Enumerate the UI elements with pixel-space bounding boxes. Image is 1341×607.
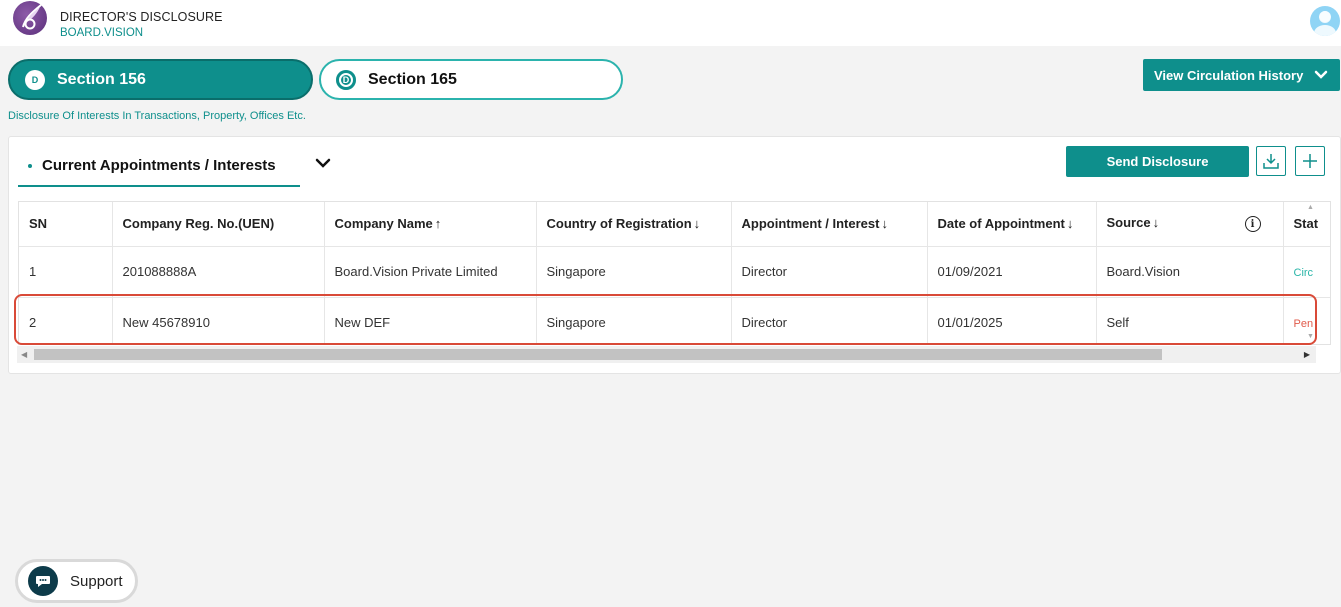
chat-bubble-icon	[28, 566, 58, 596]
tab-label: Current Appointments / Interests	[42, 157, 276, 174]
app-subtitle: BOARD.VISION	[60, 27, 144, 39]
cell-country: Singapore	[536, 246, 732, 298]
sort-down-icon: ↓	[1152, 215, 1160, 231]
table-header-row: SN Company Reg. No.(UEN) Company Name ↑ C…	[19, 202, 1330, 247]
plus-icon	[1303, 154, 1317, 168]
column-header-sn[interactable]: SN	[19, 202, 113, 247]
download-icon	[1263, 154, 1279, 169]
info-icon[interactable]: i	[1244, 216, 1261, 233]
cell-date: 01/09/2021	[927, 246, 1097, 298]
column-header-company-name[interactable]: Company Name ↑	[324, 202, 537, 247]
tab-label: Section 165	[368, 70, 457, 88]
cell-sn: 2	[19, 297, 113, 344]
scroll-left-icon[interactable]: ◀	[21, 350, 27, 359]
bullet-dot	[28, 163, 32, 168]
cell-sn: 1	[19, 246, 113, 298]
sort-down-icon: ↓	[693, 216, 701, 232]
view-history-label: View Circulation History	[1154, 67, 1304, 83]
add-button[interactable]	[1295, 146, 1325, 176]
cell-source: Board.Vision	[1096, 246, 1284, 298]
cell-uen: 201088888A	[112, 246, 325, 298]
section-badge-icon: D	[336, 69, 356, 90]
cell-date: 01/01/2025	[927, 297, 1097, 344]
column-header-appointment[interactable]: Appointment / Interest ↓	[731, 202, 928, 247]
scroll-right-icon[interactable]: ▶	[1304, 350, 1310, 359]
send-disclosure-button[interactable]: Send Disclosure	[1066, 146, 1249, 177]
table-row[interactable]: 1 201088888A Board.Vision Private Limite…	[19, 246, 1330, 298]
cell-source: Self	[1096, 297, 1284, 344]
sort-down-icon: ↓	[881, 216, 888, 232]
column-header-date[interactable]: Date of Appointment ↓	[927, 202, 1097, 247]
table-row[interactable]: 2 New 45678910 New DEF Singapore Directo…	[19, 297, 1330, 344]
feather-logo-icon[interactable]	[13, 1, 47, 35]
top-bar: DIRECTOR'S DISCLOSURE BOARD.VISION	[0, 0, 1341, 46]
horizontal-scroll-thumb[interactable]	[34, 349, 1162, 360]
cell-country: Singapore	[536, 297, 732, 344]
tab-section-156[interactable]: D Section 156	[8, 59, 313, 100]
cell-company-name: Board.Vision Private Limited	[324, 246, 537, 298]
section-badge-icon: D	[25, 69, 45, 90]
scroll-up-icon[interactable]: ▲	[1307, 204, 1314, 211]
horizontal-scrollbar[interactable]: ◀ ▶	[17, 346, 1316, 363]
tab-current-appointments[interactable]: Current Appointments / Interests	[18, 146, 300, 187]
download-button[interactable]	[1256, 146, 1286, 176]
chevron-down-icon[interactable]	[315, 156, 331, 170]
chevron-down-icon	[1314, 70, 1328, 79]
tab-section-165[interactable]: D Section 165	[319, 59, 623, 100]
section-description: Disclosure Of Interests In Transactions,…	[8, 110, 306, 122]
column-header-country[interactable]: Country of Registration ↓	[536, 202, 732, 247]
appointments-card: Current Appointments / Interests Send Di…	[8, 136, 1341, 374]
cell-company-name: New DEF	[324, 297, 537, 344]
column-header-source[interactable]: Source ↓ i	[1096, 202, 1284, 247]
vertical-scrollbar[interactable]: ▲ ▼	[1304, 200, 1316, 344]
cell-uen: New 45678910	[112, 297, 325, 344]
sort-up-icon: ↑	[434, 216, 442, 232]
support-label: Support	[70, 572, 123, 590]
cell-appointment: Director	[731, 297, 928, 344]
scroll-down-icon[interactable]: ▼	[1307, 333, 1314, 340]
appointments-table: SN Company Reg. No.(UEN) Company Name ↑ C…	[18, 201, 1331, 345]
support-button[interactable]: Support	[15, 559, 138, 603]
view-circulation-history-button[interactable]: View Circulation History	[1143, 59, 1340, 91]
sort-down-icon: ↓	[1066, 216, 1074, 232]
cell-appointment: Director	[731, 246, 928, 298]
app-title: DIRECTOR'S DISCLOSURE	[60, 10, 223, 24]
user-avatar-icon[interactable]	[1310, 6, 1340, 36]
column-header-uen[interactable]: Company Reg. No.(UEN)	[112, 202, 325, 247]
tab-label: Section 156	[57, 70, 146, 88]
